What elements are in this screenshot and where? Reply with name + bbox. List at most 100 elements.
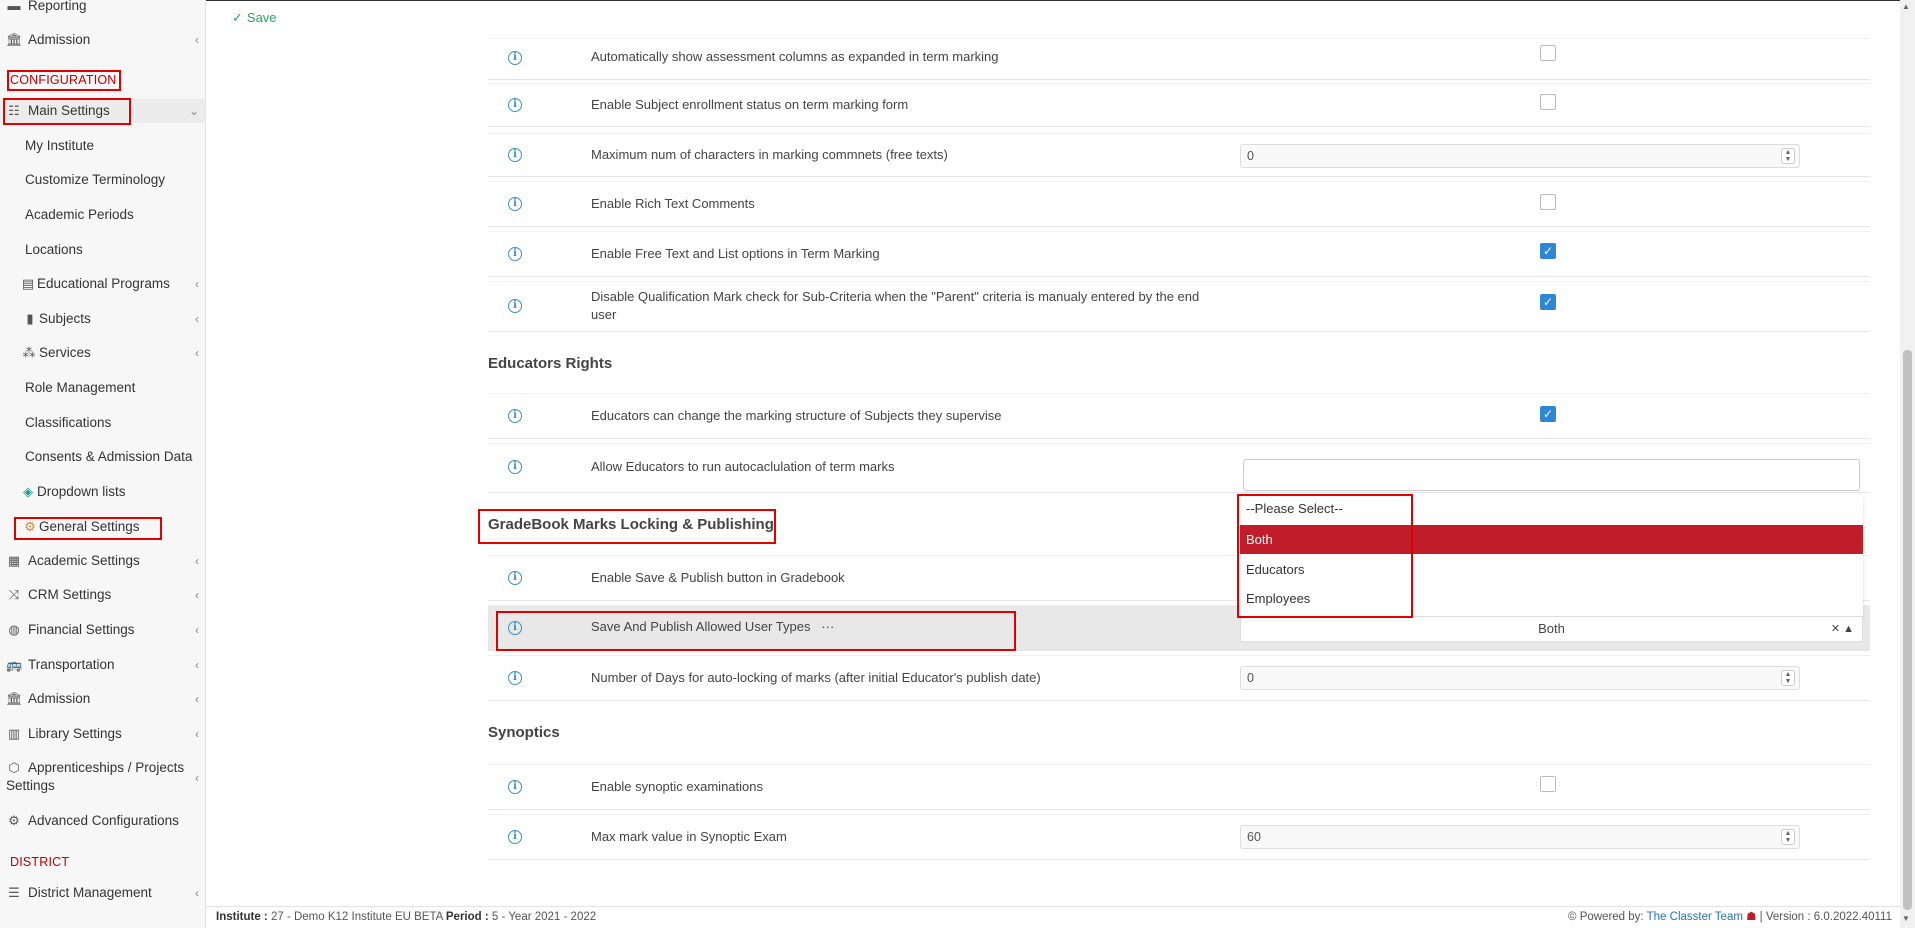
sidebar-item-crm-settings[interactable]: ⤨ CRM Settings ‹ xyxy=(0,583,205,607)
setting-row: i Disable Qualification Mark check for S… xyxy=(488,281,1870,332)
sidebar-item-district-management[interactable]: ☰ District Management ‹ xyxy=(0,881,205,905)
info-icon[interactable]: i xyxy=(508,98,522,112)
dropdown-option-selected[interactable]: Both xyxy=(1240,525,1863,554)
setting-label: Allow Educators to run autocaclulation o… xyxy=(591,459,895,474)
chevron-left-icon: ‹ xyxy=(195,277,199,291)
sidebar-item-customize-terminology[interactable]: Customize Terminology xyxy=(0,168,205,192)
info-icon[interactable]: i xyxy=(508,460,522,474)
dropdown-option[interactable]: Educators xyxy=(1240,555,1863,584)
sidebar-item-educational-programs[interactable]: ▤ Educational Programs ‹ xyxy=(0,272,205,296)
setting-label: Number of Days for auto-locking of marks… xyxy=(591,670,1041,685)
setting-label: Enable synoptic examinations xyxy=(591,779,763,794)
copyright-icon: © xyxy=(1568,911,1577,923)
setting-label: Max mark value in Synoptic Exam xyxy=(591,829,787,844)
synoptics-title: Synoptics xyxy=(488,724,560,741)
setting-label: Save And Publish Allowed User Types ··· xyxy=(591,619,835,634)
setting-checkbox[interactable]: ✓ xyxy=(1540,406,1556,422)
info-icon[interactable]: i xyxy=(508,671,522,685)
setting-row: i Educators can change the marking struc… xyxy=(488,393,1870,439)
setting-label: Automatically show assessment columns as… xyxy=(591,49,999,64)
coins-icon: ◍ xyxy=(8,622,20,637)
sidebar-item-locations[interactable]: Locations xyxy=(0,238,205,262)
max-characters-input[interactable]: 0 ▲ ▼ xyxy=(1240,144,1800,168)
table-icon: ▤ xyxy=(21,276,35,291)
setting-label: Educators can change the marking structu… xyxy=(591,408,1002,423)
setting-row: i Maximum num of characters in marking c… xyxy=(488,133,1870,177)
max-mark-input[interactable]: 60 ▲ ▼ xyxy=(1240,825,1800,849)
sidebar-item-transportation[interactable]: 🚌 Transportation ‹ xyxy=(0,653,205,677)
reporting-icon: ▬ xyxy=(7,0,21,13)
setting-label: Maximum num of characters in marking com… xyxy=(591,147,948,162)
info-icon[interactable]: i xyxy=(508,197,522,211)
setting-row: i Max mark value in Synoptic Exam 60 ▲ ▼ xyxy=(488,814,1870,860)
sidebar-item-classifications[interactable]: Classifications xyxy=(0,411,205,435)
menu-icon: ☰ xyxy=(8,885,20,900)
clear-and-arrow-icon[interactable]: ✕ ▲ xyxy=(1831,617,1854,641)
sidebar-item-financial-settings[interactable]: ◍ Financial Settings ‹ xyxy=(0,618,205,642)
spinner-icon[interactable]: ▲ ▼ xyxy=(1781,829,1795,845)
educators-rights-title: Educators Rights xyxy=(488,355,613,372)
setting-row: i Enable Subject enrollment status on te… xyxy=(488,83,1870,127)
info-icon[interactable]: i xyxy=(508,409,522,423)
setting-checkbox[interactable]: ✓ xyxy=(1540,294,1556,310)
info-icon[interactable]: i xyxy=(508,247,522,261)
building-icon: 🏛 xyxy=(6,32,23,47)
sidebar-item-library-settings[interactable]: ▥ Library Settings ‹ xyxy=(0,722,205,746)
auto-lock-days-input[interactable]: 0 ▲ ▼ xyxy=(1240,666,1800,690)
spinner-icon[interactable]: ▲ ▼ xyxy=(1781,670,1795,686)
save-button[interactable]: ✓ Save xyxy=(232,10,277,26)
sidebar: ▬ Reporting 🏛 Admission ‹ CONFIGURATION ☷ Ma… xyxy=(0,0,206,928)
sidebar-item-dropdown-lists[interactable]: ◈ Dropdown lists xyxy=(0,480,205,504)
info-icon[interactable]: i xyxy=(508,299,522,313)
info-icon[interactable]: i xyxy=(508,621,522,635)
configuration-section-header: CONFIGURATION xyxy=(10,73,117,87)
grid-icon: ▦ xyxy=(7,553,21,568)
layers-icon: ◈ xyxy=(23,484,33,499)
gradebook-locking-title: GradeBook Marks Locking & Publishing xyxy=(488,516,774,533)
user-types-select[interactable]: Both ✕ ▲ xyxy=(1240,616,1863,642)
dropdown-option[interactable]: --Please Select-- xyxy=(1240,494,1863,523)
chevron-left-icon: ‹ xyxy=(195,588,199,602)
setting-checkbox[interactable] xyxy=(1540,194,1556,210)
setting-row: i Automatically show assessment columns … xyxy=(488,38,1870,80)
chevron-left-icon: ‹ xyxy=(195,346,199,360)
page-scrollbar[interactable]: ▲ ▼ xyxy=(1900,0,1915,928)
info-icon[interactable]: i xyxy=(508,51,522,65)
sidebar-item-main-settings[interactable]: ☷ Main Settings ⌄ xyxy=(0,99,205,123)
sidebar-item-advanced-configurations[interactable]: ⚙ Advanced Configurations xyxy=(0,809,205,833)
classter-team-link[interactable]: The Classter Team xyxy=(1647,911,1743,923)
scroll-down-icon[interactable]: ▼ xyxy=(1902,914,1910,923)
user-types-dropdown-list: --Please Select-- Both Educators Employe… xyxy=(1240,494,1863,618)
sidebar-item-my-institute[interactable]: My Institute xyxy=(0,134,205,158)
info-icon[interactable]: i xyxy=(508,830,522,844)
sidebar-item-general-settings[interactable]: ⚙ General Settings xyxy=(0,515,205,539)
dropdown-search-input[interactable] xyxy=(1243,459,1860,491)
sidebar-item-admission[interactable]: 🏛 Admission ‹ xyxy=(0,687,205,711)
sidebar-item-reporting[interactable]: ▬ Reporting xyxy=(0,0,205,18)
info-icon[interactable]: i xyxy=(508,148,522,162)
spinner-icon[interactable]: ▲ ▼ xyxy=(1781,148,1795,164)
sidebar-item-services[interactable]: ⁂ Services ‹ xyxy=(0,341,205,365)
scroll-up-icon[interactable]: ▲ xyxy=(1902,2,1910,11)
sidebar-item-subjects[interactable]: ▮ Subjects ‹ xyxy=(0,307,205,331)
setting-checkbox[interactable]: ✓ xyxy=(1540,243,1556,259)
dropdown-option[interactable]: Employees xyxy=(1240,584,1863,613)
scrollbar-thumb[interactable] xyxy=(1903,350,1912,910)
footer: Institute : 27 - Demo K12 Institute EU B… xyxy=(206,906,1900,928)
chevron-left-icon: ‹ xyxy=(195,771,199,785)
info-icon[interactable]: i xyxy=(508,780,522,794)
info-icon[interactable]: i xyxy=(508,571,522,585)
setting-checkbox[interactable] xyxy=(1540,45,1556,61)
setting-checkbox[interactable] xyxy=(1540,776,1556,792)
sidebar-item-role-management[interactable]: Role Management xyxy=(0,376,205,400)
nodes-icon: ⁂ xyxy=(22,345,36,360)
sidebar-item-academic-periods[interactable]: Academic Periods xyxy=(0,203,205,227)
sidebar-item-consents[interactable]: Consents & Admission Data xyxy=(0,445,205,469)
sidebar-item-academic-settings[interactable]: ▦ Academic Settings ‹ xyxy=(0,549,205,573)
sidebar-item-apprenticeships[interactable]: ⬡ Apprenticeships / Projects Settings ‹ xyxy=(0,759,205,797)
setting-label: Disable Qualification Mark check for Sub… xyxy=(591,289,1200,322)
setting-checkbox[interactable] xyxy=(1540,94,1556,110)
chevron-left-icon: ‹ xyxy=(195,727,199,741)
sidebar-item-admission-top[interactable]: 🏛 Admission ‹ xyxy=(0,28,205,52)
setting-label: Enable Save & Publish button in Gradeboo… xyxy=(591,570,845,585)
